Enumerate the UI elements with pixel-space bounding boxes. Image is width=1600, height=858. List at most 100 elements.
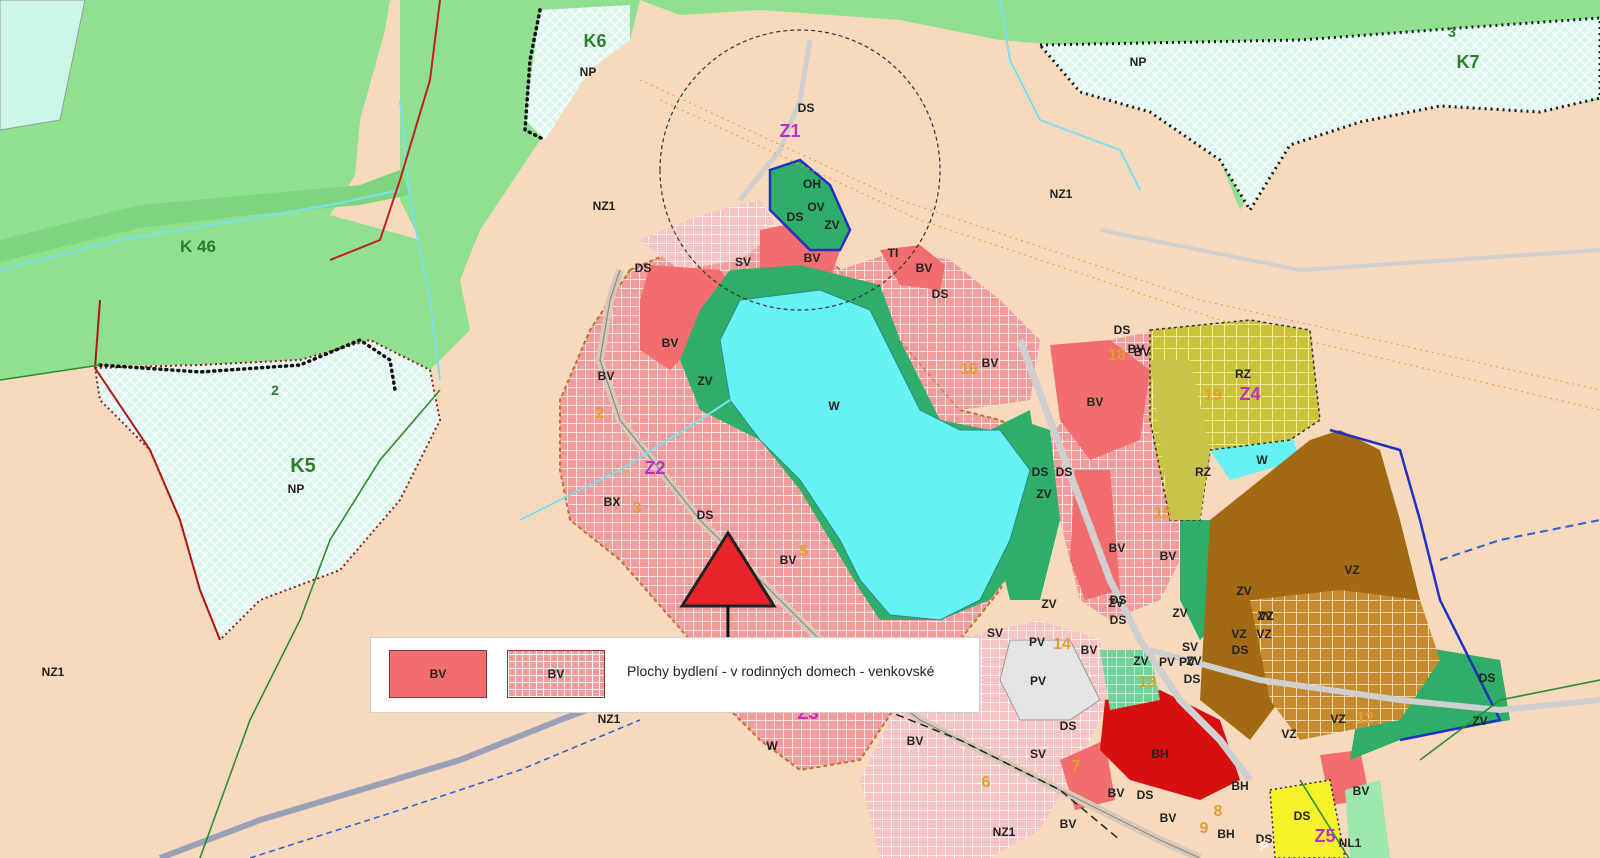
zone-label-z2: Z2: [644, 458, 665, 478]
zone-label-ds7: DS: [1056, 465, 1073, 479]
zone-label-ds5: DS: [1114, 323, 1131, 337]
zone-label-sv2: SV: [987, 626, 1003, 640]
map-graphics: K6 K7 K 46 K5 3 2 NP NP NP NZ1 NZ1 NZ1 NZ1 NZ1 W W W Z1 Z2…: [0, 0, 1600, 858]
zone-label-ds13: DS: [1060, 719, 1077, 733]
zone-label-vz6: VZ: [1258, 609, 1273, 623]
zone-label-k7: K7: [1456, 52, 1479, 72]
zone-label-zv10: ZV: [1472, 714, 1487, 728]
zone-label-n2: 2: [271, 382, 279, 398]
zone-label-n7: 7: [1072, 758, 1081, 775]
zone-label-n2b: 2: [596, 405, 605, 422]
zone-label-pv3: PV: [1179, 655, 1195, 669]
zone-label-ds4: DS: [932, 287, 949, 301]
zone-label-w2: W: [1256, 453, 1268, 467]
zone-label-bv11: BV: [1081, 643, 1098, 657]
zone-label-n6: 6: [982, 774, 991, 791]
zone-label-bv1: BV: [804, 251, 821, 265]
zone-label-p: P: [1259, 838, 1268, 854]
zone-label-bv10: BV: [780, 553, 797, 567]
zone-label-pv4: PV: [1030, 674, 1046, 688]
zone-label-zv4: ZV: [1041, 597, 1056, 611]
zone-label-rz1: RZ: [1235, 367, 1251, 381]
zone-label-bv5: BV: [662, 336, 679, 350]
legend-description: Plochy bydlení - v rodinných domech - ve…: [627, 663, 935, 679]
zone-label-sv1: SV: [735, 255, 751, 269]
land-use-map[interactable]: K6 K7 K 46 K5 3 2 NP NP NP NZ1 NZ1 NZ1 NZ1 NZ1 W W W Z1 Z2…: [0, 0, 1600, 858]
zone-label-ds1: DS: [798, 101, 815, 115]
zone-label-ds14: DS: [1137, 788, 1154, 802]
zone-label-bv2: BV: [916, 261, 933, 275]
zone-label-vz4: VZ: [1281, 727, 1296, 741]
legend-swatch-bv-hatched: BV: [507, 650, 605, 698]
zone-label-ds15: DS: [1479, 671, 1496, 685]
zone-label-np3: NP: [288, 482, 305, 496]
zone-label-bv9: BV: [1160, 549, 1177, 563]
zone-label-n8: 8: [1214, 803, 1223, 820]
zone-label-ds12: DS: [1184, 672, 1201, 686]
zone-label-nz1a: NZ1: [593, 199, 616, 213]
zone-label-z1: Z1: [779, 121, 800, 141]
zone-label-zv6: ZV: [1172, 606, 1187, 620]
zone-label-ds3: DS: [787, 210, 804, 224]
zone-label-bv12: BV: [907, 734, 924, 748]
zone-label-n13: 13: [1138, 674, 1156, 691]
zone-label-bh2: BH: [1231, 779, 1248, 793]
zone-label-w1: W: [828, 399, 840, 413]
zone-label-bv4: BV: [982, 356, 999, 370]
zone-label-nl1: NL1: [1339, 836, 1362, 850]
zone-label-bv16: BV: [1353, 784, 1370, 798]
zone-label-bv15: BV: [1060, 817, 1077, 831]
zone-label-vz2: VZ: [1256, 627, 1271, 641]
zone-label-ds16: DS: [1294, 809, 1311, 823]
zone-label-nz1d: NZ1: [598, 712, 621, 726]
zone-label-pv2: PV: [1159, 655, 1175, 669]
zone-label-zv7: ZV: [1236, 584, 1251, 598]
zone-label-k6: K6: [583, 31, 606, 51]
zone-label-n3b: 3: [633, 500, 642, 517]
zone-label-zv1: ZV: [697, 374, 712, 388]
zone-label-bv14: BV: [1160, 811, 1177, 825]
zone-label-bv8: BV: [1109, 541, 1126, 555]
zone-label-bh3: BH: [1217, 827, 1234, 841]
zone-label-sv4: SV: [1182, 640, 1198, 654]
zone-label-vz1: VZ: [1344, 563, 1359, 577]
zone-label-rz2: RZ: [1195, 465, 1211, 479]
zone-label-bv6: BV: [598, 369, 615, 383]
legend-swatch-bv-solid: BV: [389, 650, 487, 698]
zone-label-zv2: ZV: [824, 218, 839, 232]
zone-label-n9: 9: [1200, 820, 1209, 837]
zone-label-n5: 5: [800, 543, 809, 560]
zone-label-bh1: BH: [1151, 747, 1168, 761]
zone-label-ds6: DS: [1032, 465, 1049, 479]
zone-label-bv7: BV: [1087, 395, 1104, 409]
zone-label-ds2: DS: [635, 261, 652, 275]
zone-label-pv1: PV: [1029, 635, 1045, 649]
zone-label-ds11: DS: [1232, 643, 1249, 657]
zone-label-nz1c: NZ1: [42, 665, 65, 679]
legend-box: BV BV Plochy bydlení - v rodinných domec…: [370, 637, 980, 713]
zone-label-w3: W: [766, 739, 778, 753]
zone-label-nz1b: NZ1: [1050, 187, 1073, 201]
zone-label-z5: Z5: [1314, 826, 1335, 846]
zone-label-zv3: ZV: [1036, 487, 1051, 501]
zone-label-n18: 18: [1108, 347, 1126, 364]
zone-label-k46: K 46: [180, 237, 216, 256]
zone-label-bv17: BV: [1128, 342, 1145, 356]
zone-label-n14: 14: [1053, 636, 1071, 653]
zone-label-sv3: SV: [1030, 747, 1046, 761]
zone-label-vz5: VZ: [1330, 712, 1345, 726]
zone-label-ds9: DS: [1110, 613, 1127, 627]
zone-label-np1: NP: [580, 65, 597, 79]
zone-label-ov: OV: [807, 200, 824, 214]
zone-label-zv11: ZV: [1133, 654, 1148, 668]
zone-label-bx: BX: [604, 495, 621, 509]
zone-label-k5: K5: [290, 455, 316, 477]
zone-label-n3: 3: [1448, 24, 1456, 40]
zone-label-oh: OH: [803, 177, 821, 191]
zone-label-bv13: BV: [1108, 786, 1125, 800]
zone-label-z4: Z4: [1239, 384, 1260, 404]
zone-label-zv5: ZV: [1108, 596, 1123, 610]
zone-label-np2: NP: [1130, 55, 1147, 69]
zone-label-n15: 15: [1154, 505, 1172, 522]
zone-label-n12: 12: [1356, 710, 1374, 727]
